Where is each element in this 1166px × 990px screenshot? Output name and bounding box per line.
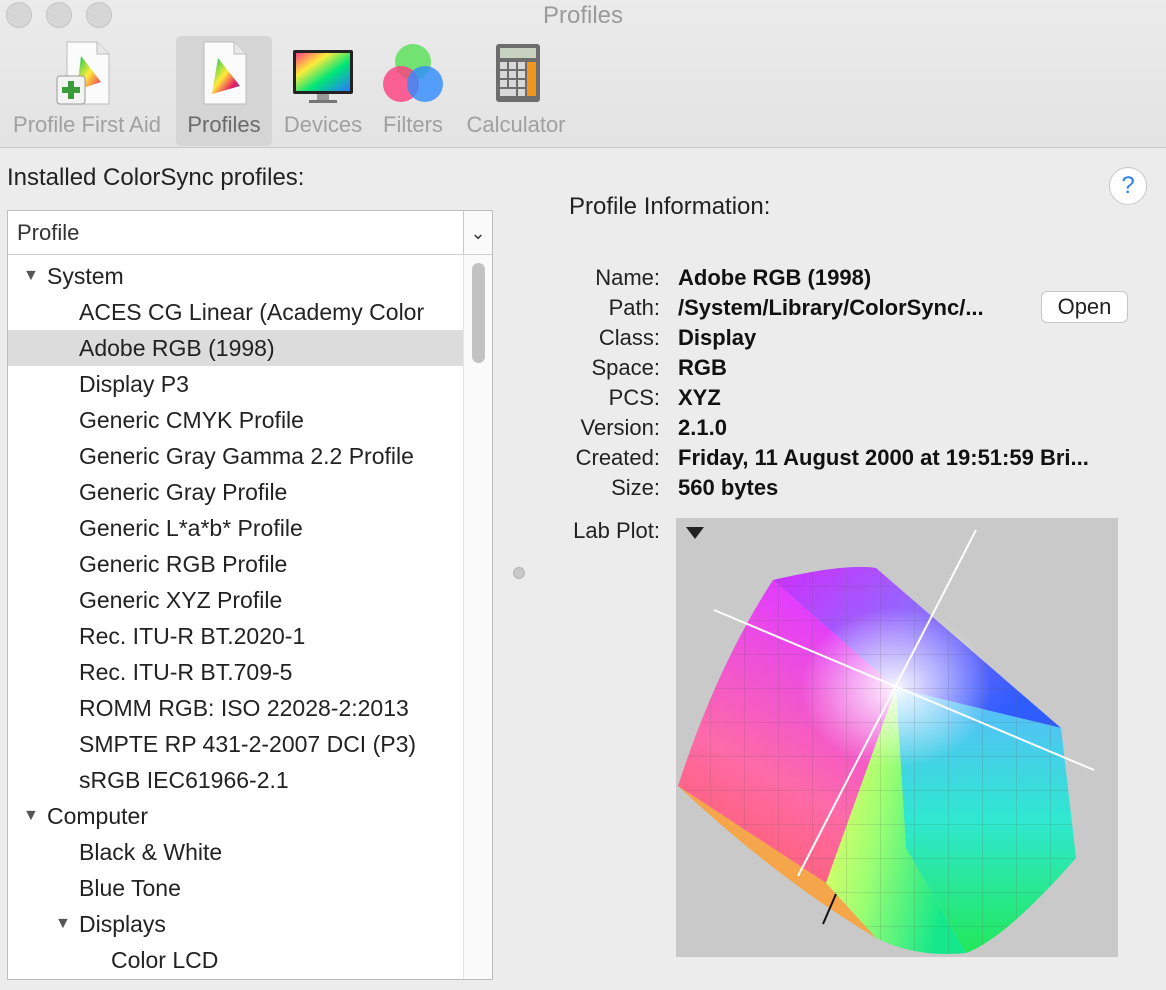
info-row: Size: 560 bytes [0,473,1166,503]
info-row: Path: /System/Library/ColorSync/... [0,293,1166,323]
info-key: Path: [608,295,660,320]
installed-profiles-label: Installed ColorSync profiles: [7,164,305,191]
lab-plot-view[interactable] [676,518,1118,957]
window-title: Profiles [542,2,624,29]
info-key: Name: [595,265,660,290]
group-row[interactable]: ▼ Computer [8,798,463,834]
help-button[interactable]: ? [1109,167,1147,205]
lab-plot-graphic [678,527,1095,954]
info-key: Space: [591,355,661,380]
lab-plot-label: Lab Plot: [573,518,660,543]
profile-first-aid-icon [56,41,110,105]
info-row: Version: 2.1.0 [0,413,1166,443]
info-value: 2.1.0 [678,415,727,440]
row-label: Rec. ITU-R BT.709-5 [79,659,293,685]
row-label: Computer [47,803,148,829]
row-label: Generic L*a*b* Profile [79,515,303,541]
row-label: Generic XYZ Profile [79,587,283,613]
profile-row[interactable]: Generic RGB Profile [8,546,463,582]
calculator-icon [496,44,540,102]
toolbar-profile-first-aid-label: Profile First Aid [13,112,161,137]
profile-row[interactable]: Rec. ITU-R BT.2020-1 [8,618,463,654]
info-value: Adobe RGB (1998) [678,265,872,290]
row-label: ROMM RGB: ISO 22028-2:2013 [79,695,409,721]
info-value: RGB [678,355,727,380]
info-row: PCS: XYZ [0,383,1166,413]
toolbar-devices-label: Devices [283,112,363,137]
profiles-icon [203,41,247,105]
row-label: SMPTE RP 431-2-2007 DCI (P3) [79,731,417,757]
row-label: Color LCD [111,947,219,973]
profile-row[interactable]: ROMM RGB: ISO 22028-2:2013 [8,690,463,726]
chevron-down-icon: ⌄ [470,223,486,243]
info-key: Version: [580,415,661,440]
toolbar-calculator[interactable]: Calculator [460,36,572,146]
info-value: 560 bytes [678,475,779,500]
row-label: Rec. ITU-R BT.2020-1 [79,623,306,649]
row-label: Displays [79,911,166,937]
profile-information-title: Profile Information: [569,193,771,220]
info-key: Created: [575,445,660,470]
profile-row[interactable]: SMPTE RP 431-2-2007 DCI (P3) [8,726,463,762]
devices-icon [293,50,353,103]
profile-row[interactable]: sRGB IEC61966-2.1 [8,762,463,798]
profile-row[interactable]: Generic XYZ Profile [8,582,463,618]
info-value: XYZ [678,385,721,410]
row-label: Black & White [79,839,223,865]
info-value: Display [678,325,757,350]
info-key: PCS: [608,385,660,410]
profile-row[interactable]: Generic L*a*b* Profile [8,510,463,546]
disclosure-triangle-icon[interactable]: ▼ [23,798,39,834]
row-label: sRGB IEC61966-2.1 [79,767,289,793]
row-label: Generic RGB Profile [79,551,288,577]
disclosure-triangle-icon[interactable]: ▼ [55,906,71,942]
info-row: Name: Adobe RGB (1998) [0,263,1166,293]
split-view-handle[interactable] [513,567,525,579]
info-value: Friday, 11 August 2000 at 19:51:59 Bri..… [678,445,1089,470]
column-options-button[interactable]: ⌄ [463,211,492,255]
filters-icon [383,44,443,102]
open-button[interactable]: Open [1041,291,1128,323]
window-titlebar: Profiles Profile First Aid Profiles Devi… [0,0,1166,148]
toolbar-devices[interactable]: Devices [278,36,368,146]
profile-row[interactable]: Color LCD [8,942,463,978]
info-key: Class: [598,325,660,350]
toolbar-profile-first-aid[interactable]: Profile First Aid [4,36,170,146]
profile-row[interactable]: Rec. ITU-R BT.709-5 [8,654,463,690]
info-value: /System/Library/ColorSync/... [678,295,984,320]
info-key: Size: [611,475,660,500]
profile-column-header[interactable]: Profile [8,211,463,255]
lab-plot-menu-triangle [686,527,704,539]
toolbar-calculator-label: Calculator [466,112,566,137]
info-row: Created: Friday, 11 August 2000 at 19:51:… [0,443,1166,473]
toolbar-profiles[interactable]: Profiles [176,36,272,146]
info-row: Space: RGB [0,353,1166,383]
row-label: Blue Tone [79,875,181,901]
group-row[interactable]: ▼ Displays [8,906,463,942]
info-row: Class: Display [0,323,1166,353]
toolbar-profiles-label: Profiles [187,112,261,137]
toolbar-filters-label: Filters [383,112,443,137]
toolbar-filters[interactable]: Filters [378,36,448,146]
profile-row[interactable]: Blue Tone [8,870,463,906]
profile-row[interactable]: Black & White [8,834,463,870]
